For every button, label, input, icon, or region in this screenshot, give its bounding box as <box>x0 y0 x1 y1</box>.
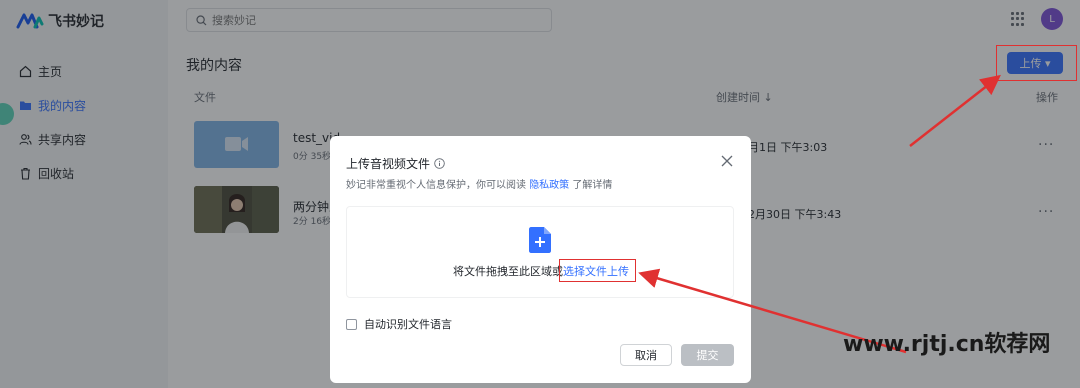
privacy-text: 妙记非常重视个人信息保护，你可以阅读 <box>346 180 530 191</box>
info-icon[interactable] <box>434 158 445 169</box>
auto-detect-language-option[interactable]: 自动识别文件语言 <box>346 316 452 332</box>
dialog-title-text: 上传音视频文件 <box>346 157 431 171</box>
cancel-button[interactable]: 取消 <box>620 344 672 366</box>
dialog-title: 上传音视频文件 <box>346 155 445 172</box>
close-icon[interactable] <box>720 154 734 168</box>
upload-dialog: 上传音视频文件 妙记非常重视个人信息保护，你可以阅读 隐私政策 了解详情 将文件… <box>330 136 751 383</box>
privacy-policy-link[interactable]: 隐私政策 <box>529 180 569 191</box>
submit-button[interactable]: 提交 <box>681 344 734 366</box>
annotation-box-upload <box>996 45 1077 81</box>
watermark: www.rjtj.cn软荐网 <box>843 332 1051 357</box>
auto-detect-label: 自动识别文件语言 <box>364 318 452 331</box>
drop-text: 将文件拖拽至此区域或 <box>453 265 563 278</box>
drop-instructions: 将文件拖拽至此区域或选择文件上传 <box>347 263 735 279</box>
file-drop-zone[interactable]: 将文件拖拽至此区域或选择文件上传 <box>346 206 734 298</box>
auto-detect-checkbox[interactable] <box>346 318 357 330</box>
privacy-suffix: 了解详情 <box>569 180 613 191</box>
annotation-box-select-file <box>559 259 636 282</box>
add-file-icon <box>529 227 551 253</box>
privacy-notice: 妙记非常重视个人信息保护，你可以阅读 隐私政策 了解详情 <box>346 176 612 191</box>
